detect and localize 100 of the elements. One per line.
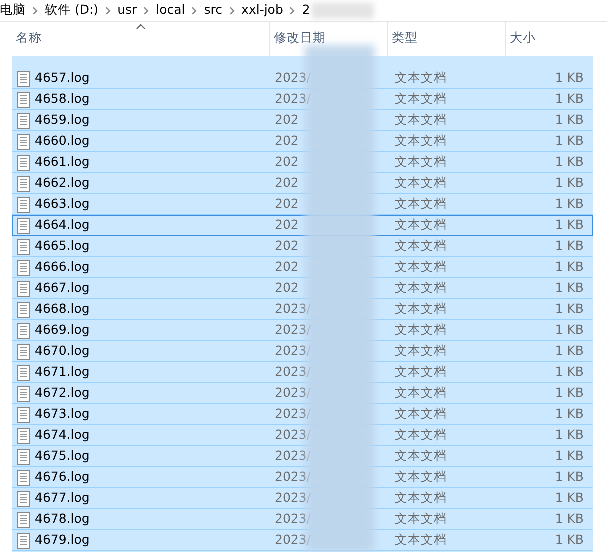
file-name: 4663.log: [35, 195, 90, 214]
file-size: 1 KB: [555, 217, 584, 232]
text-file-icon: [17, 428, 30, 444]
file-date: 202: [275, 133, 299, 148]
file-size: 1 KB: [555, 385, 584, 400]
file-type: 文本文档: [395, 280, 447, 296]
file-date: 2023/: [275, 448, 312, 464]
breadcrumb-item[interactable]: xxl-job: [240, 1, 286, 20]
file-date: 2023/: [275, 343, 312, 358]
text-file-icon: [17, 302, 30, 318]
file-type: 文本文档: [395, 511, 447, 526]
chevron-icon: [106, 6, 111, 14]
text-file-icon: [17, 406, 30, 422]
breadcrumb-item[interactable]: src: [202, 1, 225, 20]
text-file-icon: [17, 134, 30, 150]
file-name: 4665.log: [35, 237, 90, 256]
file-date: 2023/: [275, 385, 312, 400]
file-type: 文本文档: [395, 259, 447, 274]
text-file-icon: [17, 154, 30, 170]
file-name: 4672.log: [35, 384, 90, 402]
file-name: 4675.log: [35, 447, 90, 466]
file-date: 202: [275, 196, 299, 212]
text-file-icon: [17, 322, 30, 338]
text-file-icon: [17, 92, 30, 108]
text-file-icon: [17, 470, 30, 486]
chevron-icon: [192, 6, 198, 14]
file-size: 1 KB: [555, 196, 584, 212]
file-type: 文本文档: [395, 364, 447, 380]
file-type: 文本文档: [395, 70, 447, 86]
text-file-icon: [17, 364, 30, 380]
file-size: 1 KB: [555, 280, 584, 296]
file-type: 文本文档: [395, 532, 447, 548]
breadcrumb-item[interactable]: 软件 (D:): [43, 1, 101, 20]
file-type: 文本文档: [395, 427, 447, 442]
file-type: 文本文档: [395, 490, 447, 506]
file-date: 2023/: [275, 511, 312, 526]
file-size: 1 KB: [555, 70, 584, 86]
file-name: 4660.log: [35, 132, 90, 150]
file-size: 1 KB: [555, 154, 584, 170]
file-size: 1 KB: [555, 133, 584, 148]
file-name: 4658.log: [35, 90, 90, 108]
text-file-icon: [17, 280, 30, 296]
breadcrumb-item[interactable]: usr: [116, 1, 140, 20]
file-type: 文本文档: [395, 175, 447, 190]
file-name: 4668.log: [35, 300, 90, 318]
file-date: 2023/: [275, 70, 312, 86]
text-file-icon: [17, 238, 30, 254]
file-date: 2023/: [275, 469, 312, 484]
file-size: 1 KB: [555, 91, 584, 106]
file-date: 202: [275, 154, 299, 170]
file-type: 文本文档: [395, 154, 447, 170]
breadcrumb-item[interactable]: 电脑: [0, 1, 28, 20]
text-file-icon: [17, 386, 30, 402]
file-date: 2023/: [275, 364, 312, 380]
breadcrumb-item[interactable]: 2: [300, 1, 312, 20]
text-file-icon: [17, 218, 30, 234]
breadcrumb-item[interactable]: local: [154, 1, 188, 20]
file-type: 文本文档: [395, 91, 447, 106]
file-name: 4677.log: [35, 489, 90, 508]
file-date: 2023/: [275, 532, 312, 548]
file-name: 4659.log: [35, 111, 90, 130]
text-file-icon: [17, 448, 30, 464]
file-size: 1 KB: [555, 364, 584, 380]
file-date: 202: [275, 217, 299, 232]
file-name: 4662.log: [35, 174, 90, 192]
file-date: 202: [275, 238, 299, 254]
file-type: 文本文档: [395, 343, 447, 358]
file-size: 1 KB: [555, 112, 584, 128]
file-date: 2023/: [275, 490, 312, 506]
file-name: 4679.log: [35, 531, 90, 550]
text-file-icon: [17, 260, 30, 276]
text-file-icon: [17, 196, 30, 212]
file-size: 1 KB: [555, 406, 584, 422]
file-date: 2023/: [275, 406, 312, 422]
file-name: 4678.log: [35, 510, 90, 528]
file-type: 文本文档: [395, 469, 447, 484]
file-date: 202: [275, 280, 299, 296]
text-file-icon: [17, 512, 30, 528]
file-name: 4674.log: [35, 426, 90, 444]
file-name: 4667.log: [35, 279, 90, 298]
text-file-icon: [17, 532, 30, 548]
file-type: 文本文档: [395, 133, 447, 148]
file-date: 2023/: [275, 91, 312, 106]
file-type: 文本文档: [395, 217, 447, 232]
file-size: 1 KB: [555, 469, 584, 484]
file-name: 4673.log: [35, 405, 90, 424]
file-size: 1 KB: [555, 532, 584, 548]
chevron-icon: [230, 6, 235, 14]
file-type: 文本文档: [395, 196, 447, 212]
column-header[interactable]: 大小: [506, 22, 593, 56]
file-name: 4671.log: [35, 363, 90, 382]
file-type: 文本文档: [395, 322, 447, 338]
file-name: 4664.log: [35, 216, 90, 234]
redaction-blur: [312, 2, 374, 18]
file-date: 202: [275, 175, 299, 190]
file-size: 1 KB: [555, 175, 584, 190]
file-size: 1 KB: [555, 427, 584, 442]
file-name: 4666.log: [35, 258, 90, 276]
file-size: 1 KB: [555, 301, 584, 316]
file-size: 1 KB: [555, 259, 584, 274]
